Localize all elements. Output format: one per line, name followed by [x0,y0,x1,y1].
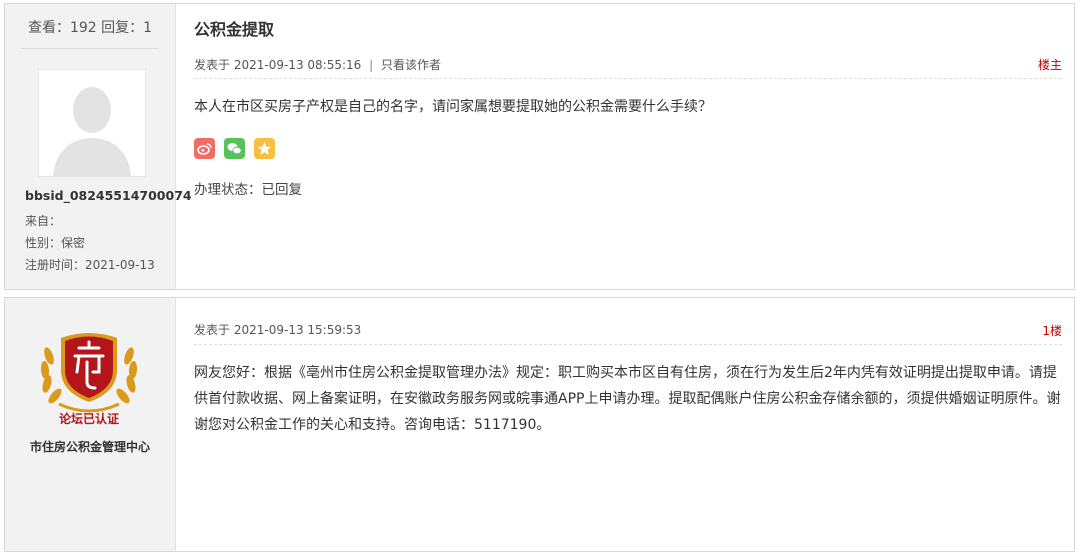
svg-text:论坛已认证: 论坛已认证 [59,411,119,426]
posted-label: 发表于 [194,323,231,337]
user-from: 来自： [25,214,62,228]
posted-time: 2021-09-13 08:55:16 [233,58,362,72]
post-body: 本人在市区买房子产权是自己的名字，请问家属想要提取她的公积金需要什么手续？ [194,99,712,115]
reply-post: 论坛已认证 市住房公积金管理中心 发表于 2021-09-13 15:59:53… [4,297,1075,552]
reply-content: 发表于 2021-09-13 15:59:53 1楼 网友您好：根据《亳州市住房… [176,298,1074,551]
divider [194,78,1062,79]
post-info: 发表于 2021-09-13 08:55:16 | 只看该作者 [194,56,441,73]
floor-label[interactable]: 楼主 [1038,56,1062,73]
user-gender: 性别：保密 [25,236,86,250]
user-registered: 注册时间：2021-09-13 [25,258,155,272]
avatar[interactable] [38,69,146,177]
author-only-link[interactable]: 只看该作者 [381,58,441,72]
question-post: 查看：192 回复：1 bbsid_08245514700074 来自： 性别：… [4,3,1075,290]
floor-label[interactable]: 1楼 [1042,322,1062,339]
weibo-icon[interactable] [194,138,215,159]
verified-badge-icon: 论坛已认证 [40,333,138,426]
view-reply-stats: 查看：192 回复：1 [21,17,159,49]
post-info: 发表于 2021-09-13 15:59:53 [194,321,361,338]
wechat-icon[interactable] [224,138,245,159]
question-content: 公积金提取 发表于 2021-09-13 08:55:16 | 只看该作者 楼主… [176,4,1074,289]
author-sidebar: 查看：192 回复：1 bbsid_08245514700074 来自： 性别：… [5,4,192,289]
reply-body: 网友您好：根据《亳州市住房公积金提取管理办法》规定：职工购买本市区自有住房，须在… [194,365,1061,433]
separator: | [369,58,374,72]
verified-badge[interactable]: 论坛已认证 [35,326,143,426]
author-sidebar: 论坛已认证 市住房公积金管理中心 [5,298,176,551]
posted-time: 2021-09-13 15:59:53 [233,323,362,337]
favorite-icon[interactable] [254,138,275,159]
username[interactable]: bbsid_08245514700074 [25,188,192,203]
posted-label: 发表于 [194,58,231,72]
share-bar [194,138,275,159]
default-avatar-icon [39,70,145,176]
divider [194,344,1062,345]
org-name[interactable]: 市住房公积金管理中心 [5,438,175,455]
post-title: 公积金提取 [194,20,275,39]
handling-status: 办理状态：已回复 [194,182,302,198]
